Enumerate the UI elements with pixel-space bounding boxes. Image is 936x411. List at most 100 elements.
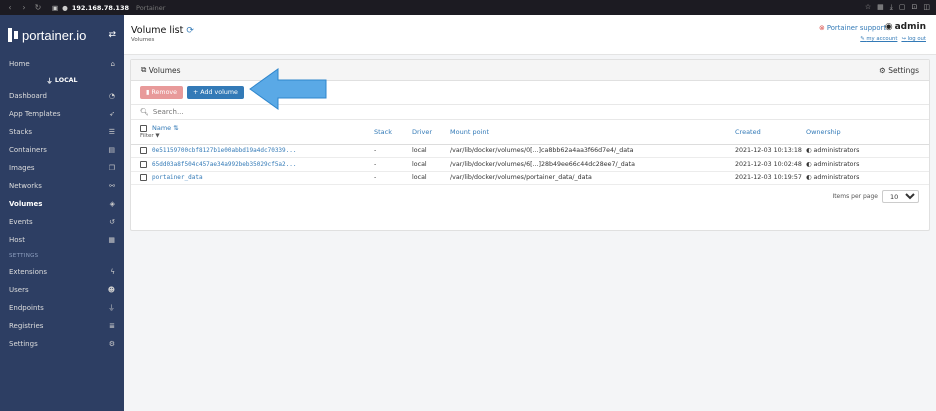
portainer-logo-icon [8, 28, 18, 42]
page-title-text: Portainer [136, 3, 166, 12]
brand-area: portainer.io ⇄ [0, 15, 124, 55]
history-icon: ↺ [109, 218, 115, 226]
gear-icon: ⚙ [879, 65, 886, 75]
security-icon: ● [62, 3, 68, 12]
row-checkbox[interactable] [140, 160, 147, 168]
column-created[interactable]: Created [735, 120, 806, 145]
sidebar-item-events[interactable]: Events ↺ [0, 213, 124, 231]
cell-created: 2021-12-03 10:19:57 [735, 171, 806, 185]
column-driver[interactable]: Driver [412, 120, 450, 145]
cubes-icon: ⧉ [141, 65, 149, 74]
volume-name-link[interactable]: 65dd03a8f504c457ae34a992beb35029cf5a2... [152, 161, 297, 168]
sidebar-toggle-icon[interactable]: ⇄ [108, 30, 116, 40]
forward-icon[interactable]: › [20, 3, 28, 12]
filter-icon: ▼ [155, 133, 160, 140]
cell-created: 2021-12-03 10:02:48 [735, 157, 806, 172]
sidebar-item-host[interactable]: Host ▦ [0, 231, 124, 249]
site-info-icon[interactable]: ▣ [52, 4, 58, 12]
add-volume-button[interactable]: + Add volume [187, 86, 244, 99]
support-icon: ⊗ [819, 24, 825, 32]
user-links: ✎ my account ↪ log out [860, 36, 926, 42]
trash-icon: ▮ [146, 89, 150, 96]
sidebar-item-home[interactable]: Home ⌂ [0, 55, 124, 73]
sidebar-item-users[interactable]: Users ☻ [0, 281, 124, 299]
filter-button[interactable]: Filter ▼ [140, 133, 374, 139]
plug-icon: ⏚ [108, 304, 115, 312]
page-title: Volume list ⟳ [131, 25, 194, 36]
sidebar-item-settings[interactable]: Settings ⚙ [0, 335, 124, 353]
table-row: portainer_data - local /var/lib/docker/v… [131, 171, 929, 185]
select-all-checkbox[interactable] [140, 124, 147, 132]
rocket-icon: ➶ [109, 110, 115, 118]
items-per-page-label: Items per page [832, 193, 878, 200]
portainer-support-link[interactable]: ⊗ Portainer support [819, 24, 886, 32]
row-checkbox[interactable] [140, 147, 147, 155]
sitemap-icon: ⚯ [109, 182, 115, 190]
search-icon: 🔍︎ [140, 108, 149, 116]
sidebar-item-registries[interactable]: Registries ≣ [0, 317, 124, 335]
cogs-icon: ⚙ [108, 340, 115, 348]
cell-mount-point: /var/lib/docker/volumes/6[...]28b49ee66c… [450, 157, 735, 172]
th-icon: ▦ [108, 236, 115, 244]
sidebar-item-extensions[interactable]: Extensions ϟ [0, 263, 124, 281]
bolt-icon: ϟ [110, 268, 115, 276]
download-icon[interactable]: ⤓ [890, 3, 893, 12]
eye-slash-icon: ◐ [806, 147, 812, 155]
dashboard-icon: ◔ [108, 92, 115, 100]
star-icon[interactable]: ☆ [865, 3, 871, 12]
sort-icon: ⇅ [173, 124, 179, 133]
sidebar-item-networks[interactable]: Networks ⚯ [0, 177, 124, 195]
address-bar[interactable]: ▣ ● 192.168.78.138 Portainer [52, 4, 165, 12]
annotation-arrow-icon [249, 68, 327, 110]
table-row: 65dd03a8f504c457ae34a992beb35029cf5a2...… [131, 157, 929, 172]
refresh-icon[interactable]: ⟳ [186, 26, 194, 36]
items-per-page-select[interactable]: 10 [882, 190, 919, 203]
cell-ownership: ◐ administrators [806, 171, 929, 185]
volume-name-link[interactable]: 0e51159700cbf8127b1e00abbd19a4dc70339... [152, 147, 297, 154]
cell-mount-point: /var/lib/docker/volumes/0[...]ca8bb62a4a… [450, 144, 735, 158]
column-name[interactable]: Name ⇅ Filter ▼ [131, 120, 374, 145]
cell-driver: local [412, 157, 450, 172]
cell-stack: - [374, 157, 412, 172]
my-account-link[interactable]: ✎ my account [860, 36, 897, 42]
column-stack[interactable]: Stack [374, 120, 412, 145]
browser-chrome: ‹ › ↻ ▣ ● 192.168.78.138 Portainer ☆ ▦ ⤓… [0, 0, 936, 15]
sidebar-item-dashboard[interactable]: Dashboard ◔ [0, 87, 124, 105]
screenshot-icon[interactable]: ⊡ [912, 3, 918, 12]
window-icon[interactable]: ▢ [899, 3, 906, 12]
cell-stack: - [374, 144, 412, 158]
sidebar-item-endpoints[interactable]: Endpoints ⏚ [0, 299, 124, 317]
log-out-link[interactable]: ↪ log out [901, 36, 926, 42]
column-ownership[interactable]: Ownership [806, 120, 929, 145]
reload-icon[interactable]: ↻ [34, 3, 42, 12]
back-icon[interactable]: ‹ [6, 3, 14, 12]
server-icon: ▤ [108, 146, 115, 154]
page-header: Volume list ⟳ Volumes ⊗ Portainer suppor… [124, 15, 936, 55]
sidebar-section-settings: SETTINGS [9, 253, 39, 259]
database-icon: ≣ [109, 322, 115, 330]
volumes-table: Name ⇅ Filter ▼ Stack Driver Mount point… [131, 120, 929, 185]
remove-button[interactable]: ▮ Remove [140, 86, 184, 99]
user-icon: ◉ [884, 22, 893, 32]
row-checkbox[interactable] [140, 174, 147, 182]
volume-name-link[interactable]: portainer_data [152, 174, 203, 181]
eye-slash-icon: ◐ [806, 160, 812, 168]
sidebar-item-containers[interactable]: Containers ▤ [0, 141, 124, 159]
pagination-footer: Items per page 10 [131, 185, 929, 203]
table-settings-button[interactable]: ⚙ Settings [879, 66, 919, 75]
url-text: 192.168.78.138 [71, 3, 129, 12]
cell-mount-point: /var/lib/docker/volumes/portainer_data/_… [450, 171, 735, 185]
portainer-logo[interactable]: portainer.io [8, 28, 86, 43]
cell-driver: local [412, 171, 450, 185]
list-icon: ☰ [108, 128, 115, 136]
cubes-icon: ◈ [109, 200, 115, 208]
column-mount-point[interactable]: Mount point [450, 120, 735, 145]
sidebar-item-volumes[interactable]: Volumes ◈ [0, 195, 124, 213]
extension-icon[interactable]: ▦ [877, 3, 884, 12]
sidebar-item-app-templates[interactable]: App Templates ➶ [0, 105, 124, 123]
sidebar-toggle-icon[interactable]: ◫ [923, 3, 930, 12]
cell-ownership: ◐ administrators [806, 144, 929, 158]
sidebar-item-images[interactable]: Images ❐ [0, 159, 124, 177]
sidebar-item-stacks[interactable]: Stacks ☰ [0, 123, 124, 141]
cell-ownership: ◐ administrators [806, 157, 929, 172]
